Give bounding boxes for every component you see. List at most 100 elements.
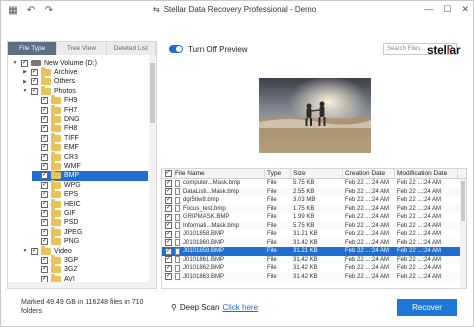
tree-checkbox[interactable]: ✓ bbox=[41, 266, 48, 274]
tree-checkbox[interactable]: ✓ bbox=[41, 125, 48, 133]
minimize-button[interactable]: — bbox=[424, 4, 433, 15]
tree-node-label: New Volume (D:) bbox=[44, 59, 97, 67]
tree-node-label: FH9 bbox=[64, 97, 78, 105]
row-checkbox[interactable]: ✓ bbox=[162, 264, 175, 273]
row-checkbox[interactable]: ✓ bbox=[162, 213, 175, 222]
search-icon[interactable]: ⚲ bbox=[447, 44, 453, 54]
col-size[interactable]: Size bbox=[291, 169, 343, 178]
window-title-text: Stellar Data Recovery Professional - Dem… bbox=[163, 5, 317, 14]
table-row[interactable]: ✓ Informati...Mask.bmp File 5.75 KB Feb 22 .… bbox=[162, 221, 466, 231]
file-name-text: J0101858.BMP bbox=[183, 231, 225, 237]
tree-checkbox[interactable]: ✓ bbox=[41, 181, 48, 189]
col-type[interactable]: Type bbox=[265, 169, 291, 178]
expand-arrow-icon[interactable]: ▶ bbox=[22, 69, 28, 75]
cell-type: File bbox=[267, 222, 277, 229]
table-row[interactable]: ✓ J0101861.BMP File 31.42 KB Feb 22 ...:24 A… bbox=[162, 255, 466, 265]
file-icon bbox=[175, 222, 180, 230]
tree-checkbox[interactable]: ✓ bbox=[41, 256, 48, 264]
folder-icon bbox=[41, 85, 51, 95]
deep-scan-icon: ⚲ bbox=[171, 303, 177, 312]
expand-arrow-icon[interactable]: ▼ bbox=[22, 88, 28, 94]
table-row[interactable]: ✓ J0101858.BMP File 31.21 KB Feb 22 ...:24 A… bbox=[162, 230, 466, 239]
file-icon bbox=[175, 264, 180, 272]
tree-checkbox[interactable]: ✓ bbox=[41, 153, 48, 161]
expand-arrow-icon[interactable]: ▼ bbox=[12, 60, 18, 66]
row-checkbox[interactable]: ✓ bbox=[162, 205, 175, 214]
row-checkbox[interactable]: ✓ bbox=[162, 239, 175, 248]
row-checkbox[interactable]: ✓ bbox=[162, 256, 175, 265]
tree-checkbox[interactable]: ✓ bbox=[41, 115, 48, 123]
table-vertical-scrollbar[interactable] bbox=[460, 179, 466, 288]
table-row[interactable]: ✓ J0101860.BMP File 31.42 KB Feb 22 ...:24 A… bbox=[162, 238, 466, 248]
tree-checkbox[interactable]: ✓ bbox=[41, 209, 48, 217]
tab-file-type[interactable]: File Type bbox=[8, 42, 58, 55]
undo-icon[interactable]: ↶ bbox=[25, 5, 37, 17]
tab-tree-view[interactable]: Tree View bbox=[57, 42, 107, 55]
tree-checkbox[interactable]: ✓ bbox=[41, 106, 48, 114]
select-all-checkbox[interactable]: ✓ bbox=[162, 169, 175, 178]
col-file-name[interactable]: File Name bbox=[175, 169, 265, 178]
folder-icon bbox=[51, 113, 61, 123]
cell-creation-date: Feb 22 ...:24 AM bbox=[345, 205, 390, 212]
preview-toggle[interactable] bbox=[169, 45, 183, 53]
table-header: ✓ File Name Type Size Creation Date Modi… bbox=[162, 169, 466, 179]
tree-checkbox[interactable]: ✓ bbox=[41, 134, 48, 142]
tree-node-label: BMP bbox=[64, 172, 80, 180]
tree-checkbox[interactable]: ✓ bbox=[41, 200, 48, 208]
cell-modification-date: Feb 22 ...:24 AM bbox=[397, 205, 442, 212]
file-name-text: Informati...Mask.bmp bbox=[183, 222, 240, 229]
tree-vertical-scrollbar[interactable] bbox=[149, 55, 156, 284]
recover-button[interactable]: Recover bbox=[397, 299, 457, 316]
tree-checkbox[interactable]: ✓ bbox=[41, 97, 48, 105]
tree-node-label: EMF bbox=[64, 144, 79, 152]
back-arrow-icon[interactable]: ⇆ bbox=[153, 5, 160, 14]
table-row[interactable]: ✓ GRIPMASK.BMP File 1.99 KB Feb 22 ...:24 AM… bbox=[162, 213, 466, 222]
tree-checkbox[interactable]: ✓ bbox=[41, 144, 48, 152]
tree-checkbox[interactable]: ✓ bbox=[41, 228, 48, 236]
row-checkbox[interactable]: ✓ bbox=[162, 230, 175, 239]
col-creation-date[interactable]: Creation Date bbox=[343, 169, 395, 178]
tree-checkbox[interactable]: ✓ bbox=[31, 68, 38, 76]
cell-file-name: J0101863.BMP bbox=[175, 273, 265, 282]
table-row[interactable]: ✓ J0101862.BMP File 31.42 KB Feb 22 ...:24 A… bbox=[162, 264, 466, 273]
tree-checkbox[interactable]: ✓ bbox=[41, 172, 48, 180]
table-row[interactable]: ✓ computer...Mask.bmp File 5.75 KB Feb 22 ..… bbox=[162, 179, 466, 188]
preview-photo bbox=[259, 78, 371, 153]
cell-size: 5.75 KB bbox=[293, 222, 315, 229]
tree-checkbox[interactable]: ✓ bbox=[31, 78, 38, 86]
row-checkbox[interactable]: ✓ bbox=[162, 188, 175, 197]
save-icon[interactable]: ▦ bbox=[7, 5, 19, 17]
table-row[interactable]: ✓ dgr5tiw8.bmp File 3.03 MB Feb 22 ...:24 AM… bbox=[162, 196, 466, 205]
maximize-button[interactable]: ☐ bbox=[443, 4, 451, 15]
row-checkbox[interactable]: ✓ bbox=[162, 222, 175, 231]
col-modification-date[interactable]: Modification Date bbox=[395, 169, 458, 178]
cell-modification-date: Feb 22 ...:24 AM bbox=[397, 214, 442, 220]
redo-icon[interactable]: ↷ bbox=[43, 5, 55, 17]
tree-checkbox[interactable]: ✓ bbox=[31, 87, 38, 95]
file-icon bbox=[175, 205, 180, 213]
tree-checkbox[interactable]: ✓ bbox=[31, 247, 38, 255]
folder-icon bbox=[51, 151, 61, 161]
tree-checkbox[interactable]: ✓ bbox=[41, 219, 48, 227]
table-row[interactable]: ✓ DataListi...Mask.bmp File 2.55 KB Feb 22 .… bbox=[162, 187, 466, 197]
tree-checkbox[interactable]: ✓ bbox=[41, 238, 48, 246]
row-checkbox[interactable]: ✓ bbox=[162, 179, 175, 188]
deep-scan-link[interactable]: Click here bbox=[222, 303, 258, 312]
search-input[interactable]: Search Files... ⚲ bbox=[383, 43, 457, 55]
row-checkbox[interactable]: ✓ bbox=[162, 273, 175, 282]
tree-horizontal-scrollbar[interactable] bbox=[8, 282, 156, 288]
expand-arrow-icon[interactable]: ▼ bbox=[22, 248, 28, 254]
table-row[interactable]: ✓ J0101863.BMP File 31.42 KB Feb 22 ...:24 A… bbox=[162, 272, 466, 282]
row-checkbox[interactable]: ✓ bbox=[162, 196, 175, 205]
cell-creation-date: Feb 22 ...:24 AM bbox=[345, 239, 390, 246]
tab-deleted-list[interactable]: Deleted List bbox=[106, 42, 156, 55]
row-checkbox[interactable]: ✓ bbox=[162, 247, 175, 256]
table-row[interactable]: ✓ J0101859.BMP File 31.21 KB Feb 22 ...:24 A… bbox=[162, 247, 466, 256]
expand-arrow-icon[interactable]: ▶ bbox=[22, 79, 28, 85]
tree-checkbox[interactable]: ✓ bbox=[41, 162, 48, 170]
cell-size: 31.42 KB bbox=[293, 265, 318, 271]
table-row[interactable]: ✓ Focus_test.bmp File 1.75 KB Feb 22 ...:24 … bbox=[162, 204, 466, 214]
close-button[interactable]: ✕ bbox=[461, 4, 469, 15]
tree-checkbox[interactable]: ✓ bbox=[41, 191, 48, 199]
tree-checkbox[interactable]: ✓ bbox=[21, 59, 28, 67]
